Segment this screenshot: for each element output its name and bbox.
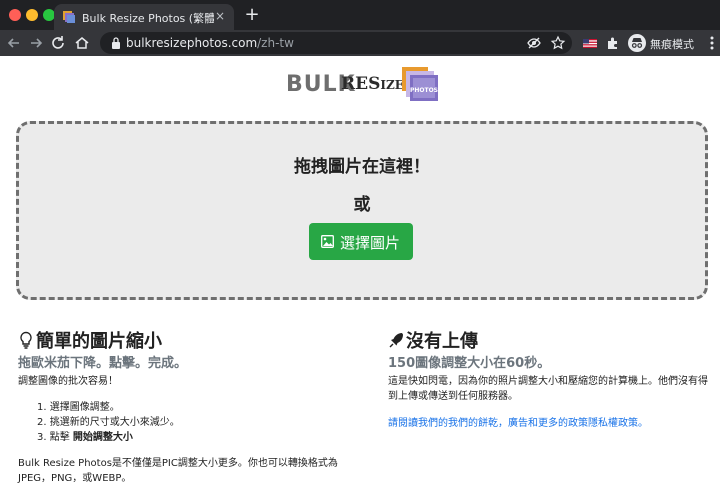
logo-photos-text: PHOTOS: [410, 87, 438, 94]
extensions-puzzle-icon[interactable]: [605, 35, 621, 51]
easy-resize-footer: Bulk Resize Photos是不僅僅是PIC調整大小更多。你也可以轉換格…: [18, 458, 338, 484]
url-text[interactable]: bulkresizephotos.com/zh-tw: [126, 36, 294, 50]
home-icon[interactable]: [72, 33, 92, 53]
drop-zone-or: 或: [353, 195, 371, 215]
forward-arrow-icon[interactable]: [26, 33, 46, 53]
incognito-label[interactable]: 無痕模式: [650, 36, 694, 52]
site-logo[interactable]: BULK RESIZE PHOTOS: [284, 66, 444, 102]
reload-icon[interactable]: [48, 33, 68, 53]
list-item: 3. 點擊 開始調整大小: [37, 432, 133, 443]
us-flag-extension-icon[interactable]: [582, 35, 598, 51]
easy-resize-subheading: 拖歐米茄下降。點擊。完成。: [18, 356, 188, 371]
bookmark-star-icon[interactable]: [550, 35, 566, 51]
window-minimize-button[interactable]: [26, 9, 38, 21]
browser-menu-icon[interactable]: [707, 34, 717, 52]
browser-tab-active[interactable]: Bulk Resize Photos (繁體中文) ×: [54, 4, 234, 30]
resize-steps-list: 1. 選擇圖像調整。 2. 挑選新的尺寸或大小來減少。 3. 點擊 開始調整大小: [37, 400, 180, 445]
drop-zone-title: 拖拽圖片在這裡！: [294, 157, 430, 177]
easy-resize-intro: 調整圖像的批次容易！: [18, 376, 118, 387]
address-bar[interactable]: bulkresizephotos.com/zh-tw: [100, 32, 572, 54]
choose-images-label: 選擇圖片: [340, 235, 401, 252]
logo-photos-stack-icon: PHOTOS: [402, 67, 438, 101]
incognito-avatar-icon[interactable]: [628, 34, 646, 52]
browser-tab-bar: Bulk Resize Photos (繁體中文) × +: [0, 0, 720, 30]
back-arrow-icon[interactable]: [4, 33, 24, 53]
eye-off-icon[interactable]: [526, 35, 542, 51]
no-upload-paragraph: 這是快如閃電，因為你的照片調整大小和壓縮您的計算機上。他們沒有得到上傳或傳送到任…: [388, 376, 708, 402]
lock-icon[interactable]: [110, 36, 122, 50]
image-drop-zone[interactable]: 拖拽圖片在這裡！ 或 選擇圖片: [16, 121, 708, 300]
list-item: 2. 挑選新的尺寸或大小來減少。: [37, 417, 180, 428]
tab-title: Bulk Resize Photos (繁體中文): [82, 12, 214, 25]
privacy-policy-link[interactable]: 請閱讀我們的我們的餅乾，廣告和更多的政策隱私權政策。: [388, 416, 648, 431]
no-upload-subheading: 150圖像調整大小在60秒。: [388, 356, 551, 371]
no-upload-heading: 沒有上傳: [388, 327, 478, 353]
choose-images-button[interactable]: 選擇圖片: [309, 223, 413, 260]
easy-resize-heading: 簡單的圖片縮小: [18, 327, 162, 353]
lightbulb-icon: [20, 331, 32, 349]
rocket-icon: [389, 333, 403, 348]
tab-close-icon[interactable]: ×: [212, 8, 228, 24]
list-item: 1. 選擇圖像調整。: [37, 402, 120, 413]
window-close-button[interactable]: [9, 9, 21, 21]
logo-resize-text: RESIZE: [341, 74, 404, 94]
browser-toolbar: bulkresizephotos.com/zh-tw 無痕模式: [0, 30, 720, 56]
new-tab-button[interactable]: +: [243, 5, 261, 25]
site-favicon-icon: [63, 11, 75, 23]
image-icon: [321, 235, 334, 248]
